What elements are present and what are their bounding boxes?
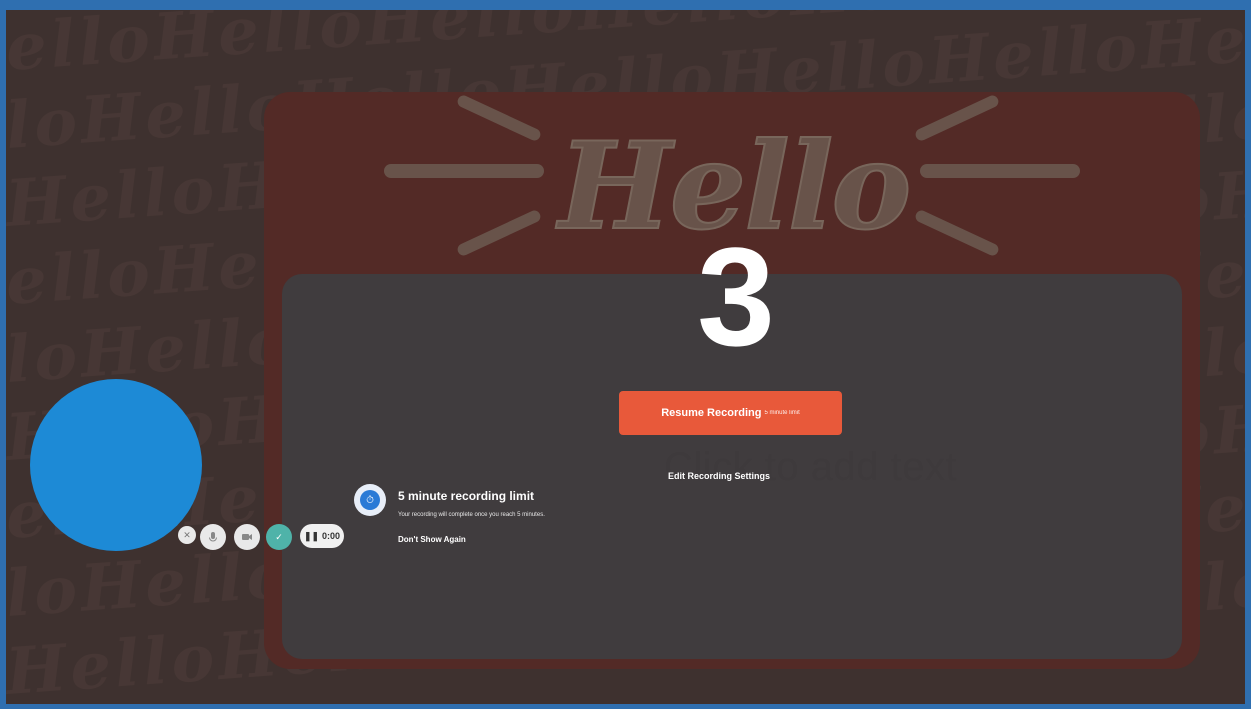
add-text-placeholder[interactable]: Click to add text [664,445,957,490]
resume-recording-button[interactable]: Resume Recording 5 minute limit [619,391,842,435]
camera-bubble[interactable] [30,379,202,551]
recording-window: elloHelloHelloHelloHelloHelloHello loHel… [6,10,1245,704]
resume-recording-sublabel: 5 minute limit [764,410,800,416]
duration-readout: 0:00 [322,531,341,541]
close-icon[interactable]: ✕ [178,526,196,544]
dont-show-again-link[interactable]: Don't Show Again [398,535,466,544]
camera-icon[interactable] [234,524,260,550]
tip-body: Your recording will complete once you re… [398,512,545,518]
microphone-icon[interactable] [200,524,226,550]
recording-overlay [6,10,1245,704]
timer-icon: ⏱ [354,484,386,516]
duration-pill[interactable]: ❚❚ 0:00 [300,524,344,548]
resume-recording-label: Resume Recording [661,407,762,419]
edit-recording-settings-link[interactable]: Edit Recording Settings [668,471,770,481]
check-icon[interactable]: ✓ [266,524,292,550]
pause-icon: ❚❚ [303,530,320,541]
tip-title: 5 minute recording limit [398,489,535,503]
countdown-number: 3 [697,218,775,375]
